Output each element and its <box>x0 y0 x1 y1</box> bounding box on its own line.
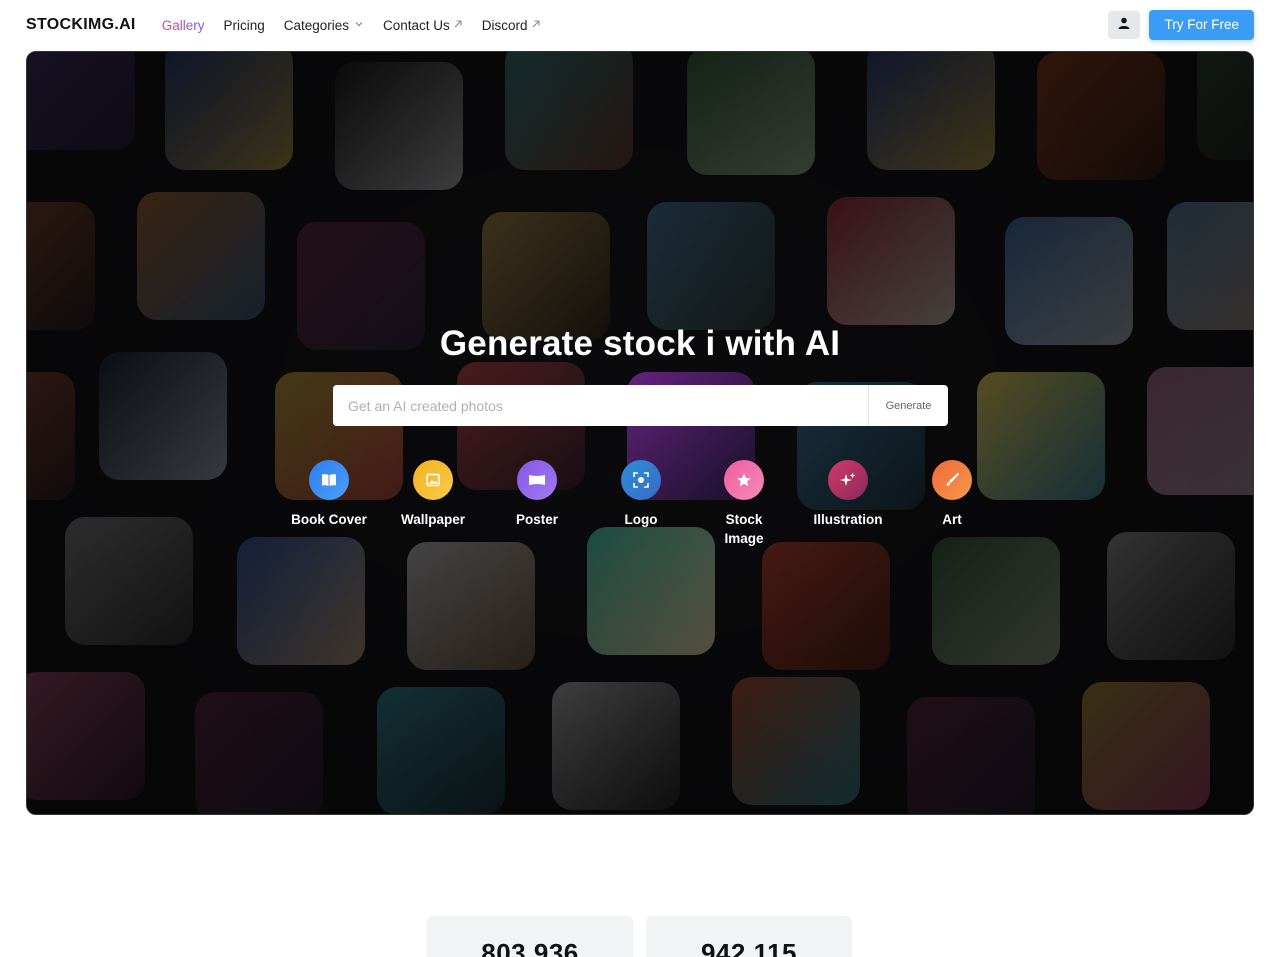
category-art[interactable]: Art <box>902 460 1002 529</box>
nav-right: Try For Free <box>1108 10 1254 40</box>
chevron-down-icon <box>354 19 364 32</box>
nav-link-discord[interactable]: Discord <box>482 18 541 33</box>
nav-link-categories[interactable]: Categories <box>284 18 364 33</box>
account-button[interactable] <box>1108 11 1141 39</box>
category-poster[interactable]: Poster <box>487 460 587 529</box>
nav-link-contact-label: Contact Us <box>383 17 450 33</box>
nav-link-categories-label: Categories <box>283 17 350 33</box>
nav-link-contact-us[interactable]: Contact Us <box>383 18 463 33</box>
top-nav: STOCKIMG.AI Gallery Pricing Categories C… <box>0 0 1280 50</box>
focus-icon <box>621 460 661 500</box>
nav-link-pricing[interactable]: Pricing <box>223 18 264 33</box>
stat-card: 803,936 <box>427 916 633 957</box>
category-label: Art <box>942 512 962 527</box>
search-bar: Generate <box>333 385 948 426</box>
star-icon <box>724 460 764 500</box>
category-stock-image[interactable]: Stock Image <box>694 460 794 548</box>
nav-link-gallery[interactable]: Gallery <box>162 18 205 33</box>
nav-links: Gallery Pricing Categories Contact Us Di… <box>162 18 560 33</box>
category-label: Logo <box>624 512 658 527</box>
external-link-icon <box>453 19 463 32</box>
category-illustration[interactable]: Illustration <box>798 460 898 529</box>
hero-title: Generate stock i with AI <box>439 324 841 363</box>
sparkle-icon <box>828 460 868 500</box>
image-icon <box>413 460 453 500</box>
user-icon <box>1117 16 1131 35</box>
hero-overlay <box>27 52 1253 814</box>
poster-icon <box>517 460 557 500</box>
category-label: Stock Image <box>724 512 764 546</box>
category-logo[interactable]: Logo <box>591 460 691 529</box>
external-link-icon <box>531 19 541 32</box>
try-for-free-button[interactable]: Try For Free <box>1149 10 1254 40</box>
category-wallpaper[interactable]: Wallpaper <box>383 460 483 529</box>
category-label: Poster <box>515 512 559 527</box>
book-icon <box>309 460 349 500</box>
logo[interactable]: STOCKIMG.AI <box>26 16 136 34</box>
generate-button[interactable]: Generate <box>868 385 948 426</box>
category-label: Wallpaper <box>400 512 465 527</box>
prompt-input[interactable] <box>333 385 868 426</box>
nav-link-discord-label: Discord <box>481 17 528 33</box>
hero-section: Generate stock i with AI Generate Book C… <box>26 51 1254 815</box>
brush-icon <box>932 460 972 500</box>
category-book-cover[interactable]: Book Cover <box>279 460 379 529</box>
stat-card: 942,115 <box>646 916 852 957</box>
category-label: Illustration <box>813 512 883 527</box>
category-label: Book Cover <box>291 512 367 527</box>
